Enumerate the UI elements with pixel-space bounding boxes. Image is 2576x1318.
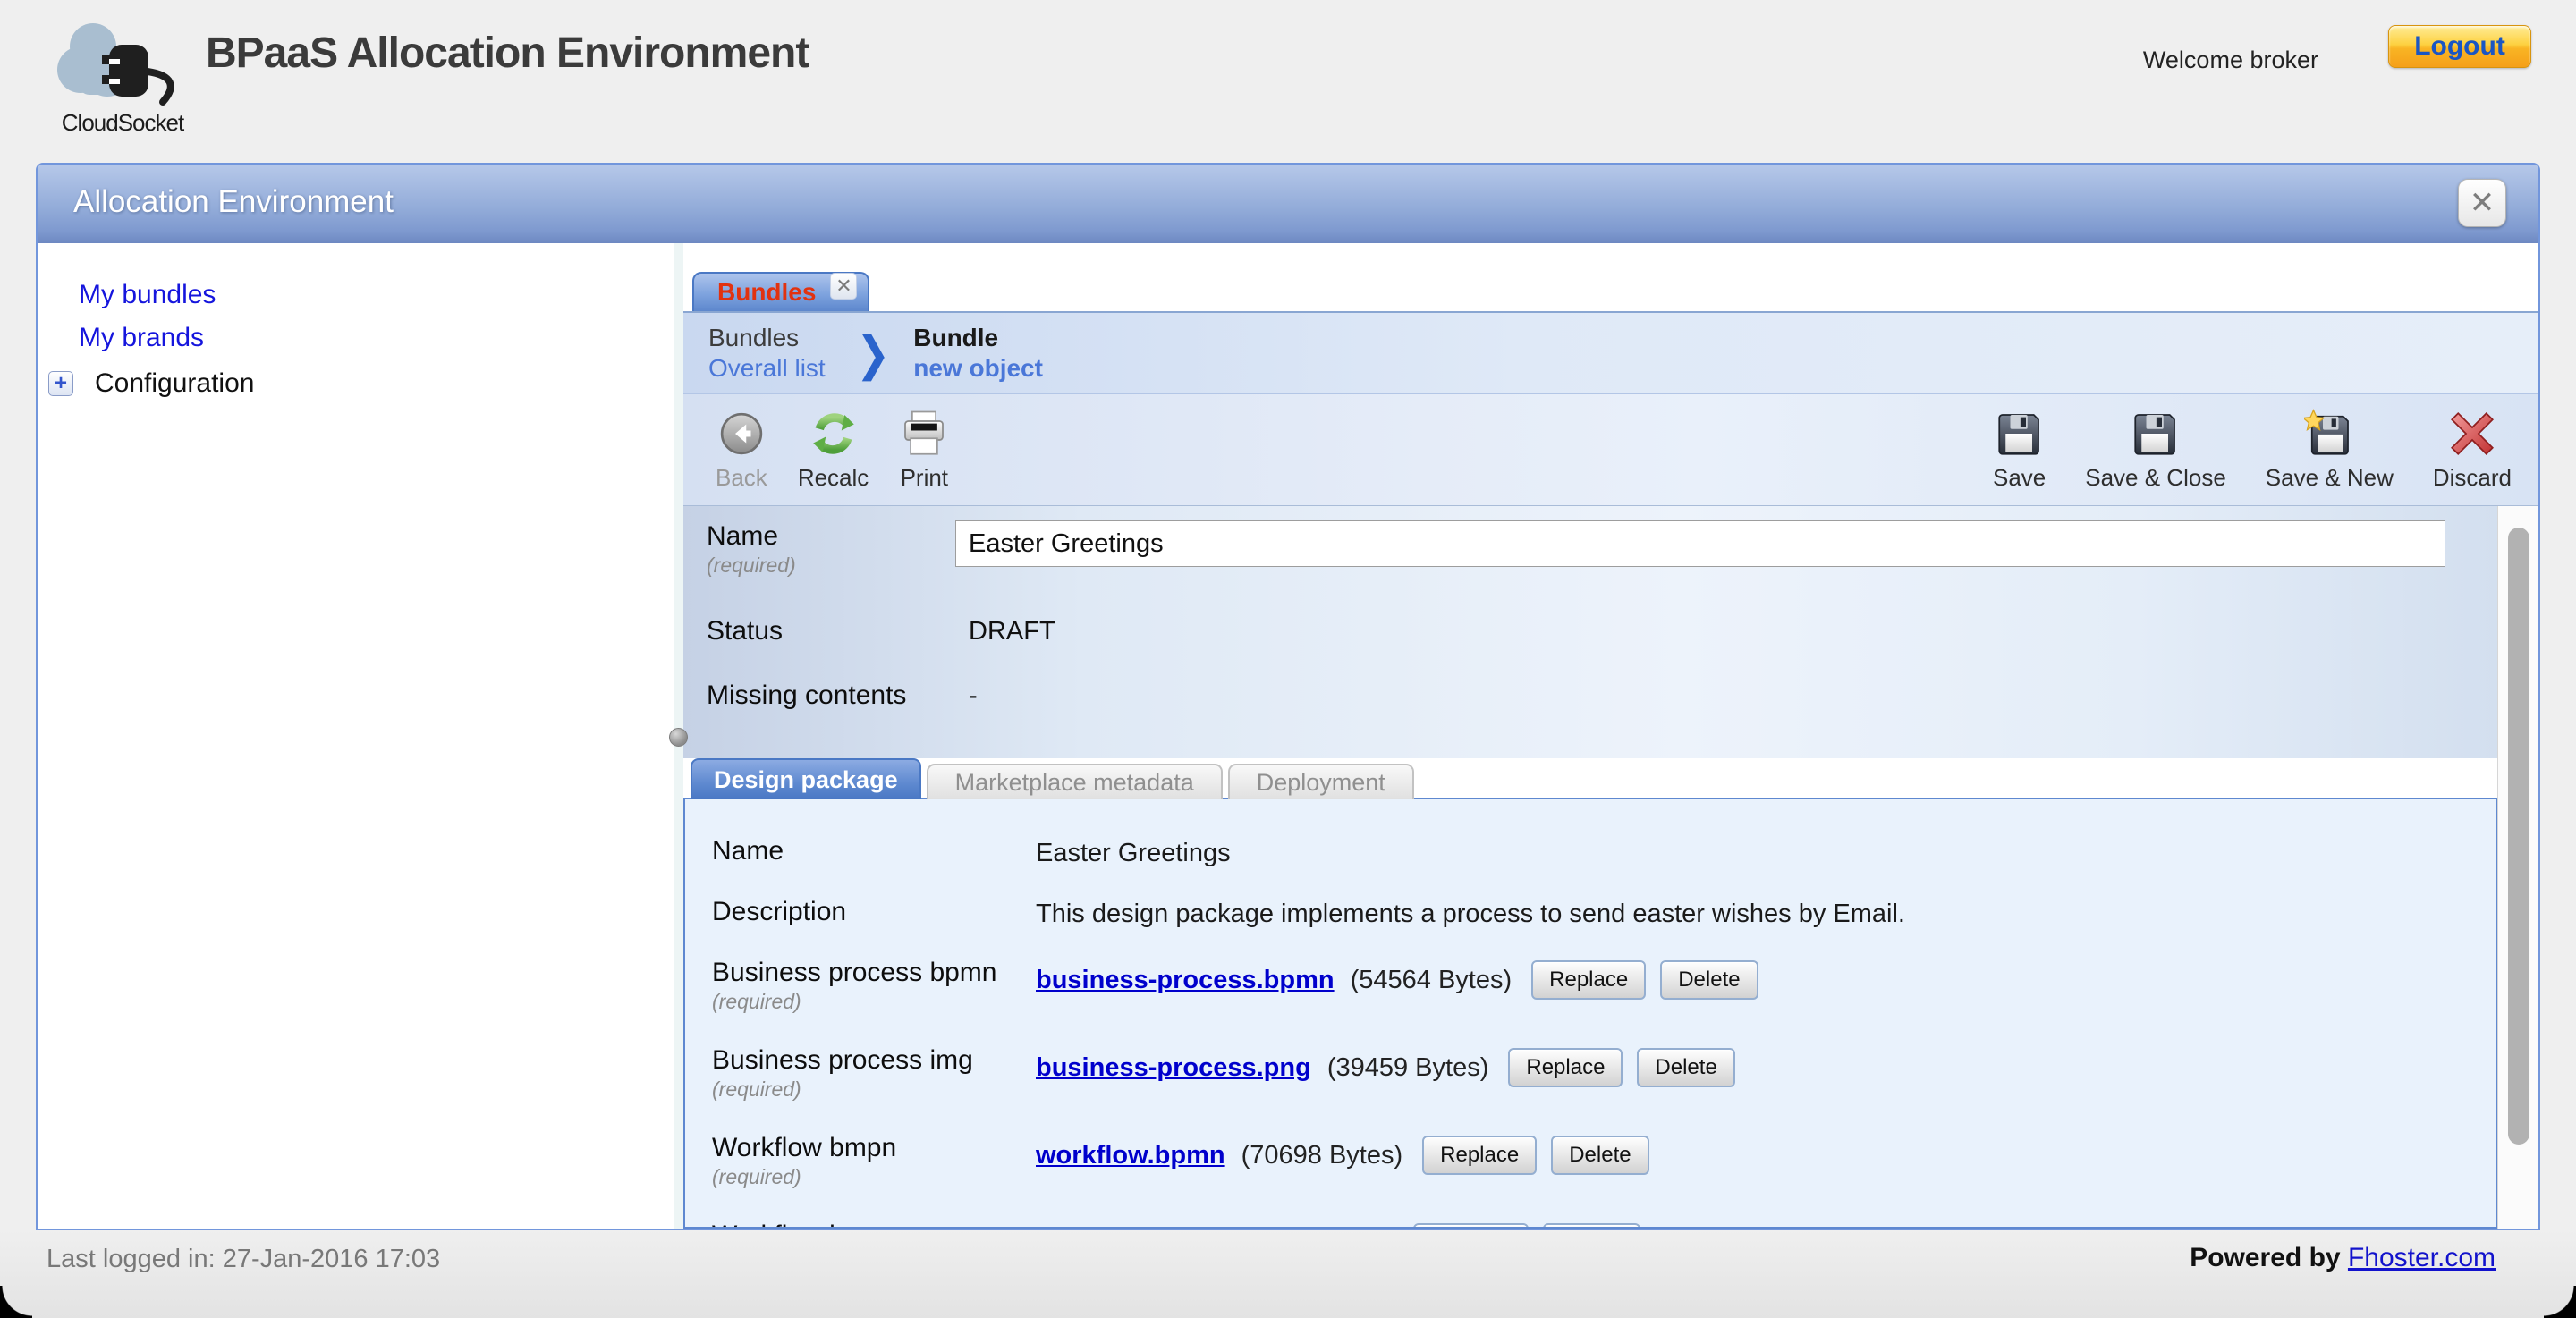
window-title: Allocation Environment [73, 184, 394, 220]
powered-by: Powered by Fhoster.com [2190, 1243, 2496, 1273]
splitter[interactable] [674, 243, 683, 1229]
tab-deployment[interactable]: Deployment [1228, 764, 1414, 799]
back-button[interactable]: Back [716, 409, 767, 492]
missing-contents-label: Missing contents [707, 680, 955, 712]
design-package-panel: Name Easter Greetings Description This d… [683, 798, 2497, 1229]
file-row: Business process img (required) business… [712, 1044, 2496, 1102]
chevron-right-icon: ❯ [856, 325, 891, 381]
window-titlebar: Allocation Environment ✕ [38, 165, 2538, 243]
tab-marketplace-metadata[interactable]: Marketplace metadata [927, 764, 1223, 799]
discard-icon [2447, 409, 2497, 459]
file-size: (54564 Bytes) [1351, 966, 1513, 995]
dp-name-value: Easter Greetings [1036, 835, 1231, 869]
vertical-scrollbar[interactable] [2497, 506, 2538, 1229]
replace-button[interactable]: Replace [1422, 1136, 1537, 1175]
file-required-note: (required) [712, 1077, 1036, 1102]
save-button[interactable]: Save [1993, 409, 2046, 492]
save-close-icon [2131, 409, 2181, 459]
file-size: (70698 Bytes) [1241, 1141, 1403, 1170]
recalc-icon [809, 409, 859, 459]
discard-button[interactable]: Discard [2433, 409, 2512, 492]
file-label: Workflow img [712, 1220, 1036, 1229]
file-label: Business process img [712, 1044, 1036, 1077]
breadcrumb-title: Bundle [913, 323, 1043, 353]
app-title: BPaaS Allocation Environment [206, 29, 809, 78]
dp-name-label: Name [712, 835, 1036, 867]
logo-text: CloudSocket [47, 109, 199, 137]
top-header: CloudSocket BPaaS Allocation Environment… [0, 0, 2576, 163]
back-icon [716, 409, 767, 459]
last-login-text: Last logged in: 27-Jan-2016 17:03 [47, 1245, 440, 1274]
save-close-button[interactable]: Save & Close [2085, 409, 2226, 492]
replace-button[interactable]: Replace [1508, 1048, 1623, 1087]
dp-description-value: This design package implements a process… [1036, 896, 1905, 930]
footer: Last logged in: 27-Jan-2016 17:03 Powere… [0, 1230, 2576, 1318]
tab-bundles[interactable]: Bundles ✕ [692, 272, 869, 311]
window-close-icon[interactable]: ✕ [2458, 179, 2506, 227]
welcome-text: Welcome broker [2143, 46, 2318, 74]
save-new-icon [2304, 409, 2354, 459]
sidebar: My bundles My brands + Configuration [38, 243, 674, 1229]
bundle-form: Name (required) Status DRAFT [683, 506, 2497, 758]
sidebar-item-my-bundles[interactable]: My bundles [79, 274, 674, 317]
splitter-handle-icon[interactable] [669, 728, 688, 747]
replace-button[interactable]: Replace [1531, 960, 1646, 1000]
tab-close-icon[interactable]: ✕ [830, 273, 857, 300]
detail-tabstrip: Design package Marketplace metadata Depl… [683, 758, 2497, 799]
expand-plus-icon[interactable]: + [48, 371, 73, 396]
sidebar-item-my-brands[interactable]: My brands [79, 317, 674, 359]
breadcrumb-bundles[interactable]: Bundles Overall list [708, 323, 826, 384]
breadcrumb-subtitle: new object [913, 353, 1043, 384]
print-icon [899, 409, 949, 459]
recalc-button[interactable]: Recalc [798, 409, 869, 492]
tab-design-package[interactable]: Design package [691, 758, 921, 799]
tab-row: Bundles ✕ [683, 243, 2538, 313]
sidebar-item-configuration[interactable]: + Configuration [48, 368, 674, 399]
fhoster-link[interactable]: Fhoster.com [2348, 1243, 2496, 1272]
file-link[interactable]: business-process.bpmn [1036, 966, 1335, 995]
delete-button[interactable]: Delete [1543, 1223, 1640, 1229]
cloudsocket-logo: CloudSocket [47, 9, 199, 143]
replace-button[interactable]: Replace [1413, 1223, 1528, 1229]
save-new-button[interactable]: Save & New [2266, 409, 2394, 492]
configuration-label: Configuration [95, 368, 254, 399]
toolbar: Back Recalc [683, 393, 2538, 506]
allocation-window: Allocation Environment ✕ My bundles My b… [36, 163, 2540, 1230]
scrollbar-thumb[interactable] [2508, 528, 2529, 1145]
breadcrumb: Bundles Overall list ❯ Bundle new object [683, 313, 2538, 393]
tab-bundles-label: Bundles [717, 278, 816, 307]
file-row: Business process bpmn (required) busines… [712, 957, 2496, 1014]
name-required-note: (required) [707, 553, 955, 578]
screen-corner [2544, 1286, 2576, 1318]
screen-corner [0, 1286, 32, 1318]
file-link[interactable]: business-process.png [1036, 1053, 1311, 1083]
save-icon [1995, 409, 2045, 459]
breadcrumb-bundle-new: Bundle new object [913, 323, 1043, 384]
file-label: Business process bpmn [712, 957, 1036, 989]
workspace: Bundles ✕ Bundles Overall list ❯ Bundle … [683, 243, 2538, 1229]
file-link[interactable]: workflow.bpmn [1036, 1141, 1225, 1170]
status-value: DRAFT [955, 615, 1055, 647]
file-row: Workflow img (required) workflow.png (16… [712, 1220, 2496, 1229]
breadcrumb-title: Bundles [708, 323, 826, 353]
file-required-note: (required) [712, 989, 1036, 1014]
name-label: Name [707, 520, 955, 553]
delete-button[interactable]: Delete [1637, 1048, 1734, 1087]
file-label: Workflow bmpn [712, 1132, 1036, 1164]
breadcrumb-overall-list-link[interactable]: Overall list [708, 353, 826, 384]
page: CloudSocket BPaaS Allocation Environment… [0, 0, 2576, 1318]
status-label: Status [707, 615, 955, 647]
file-row: Workflow bmpn (required) workflow.bpmn (… [712, 1132, 2496, 1189]
missing-contents-value: - [955, 680, 978, 712]
cloud-plug-icon [47, 9, 199, 109]
delete-button[interactable]: Delete [1551, 1136, 1648, 1175]
dp-description-label: Description [712, 896, 1036, 928]
name-input[interactable] [955, 520, 2445, 567]
print-button[interactable]: Print [899, 409, 949, 492]
file-size: (39459 Bytes) [1327, 1053, 1489, 1083]
powered-by-text: Powered by [2190, 1243, 2340, 1272]
delete-button[interactable]: Delete [1660, 960, 1758, 1000]
logout-button[interactable]: Logout [2388, 25, 2531, 68]
file-required-note: (required) [712, 1164, 1036, 1189]
